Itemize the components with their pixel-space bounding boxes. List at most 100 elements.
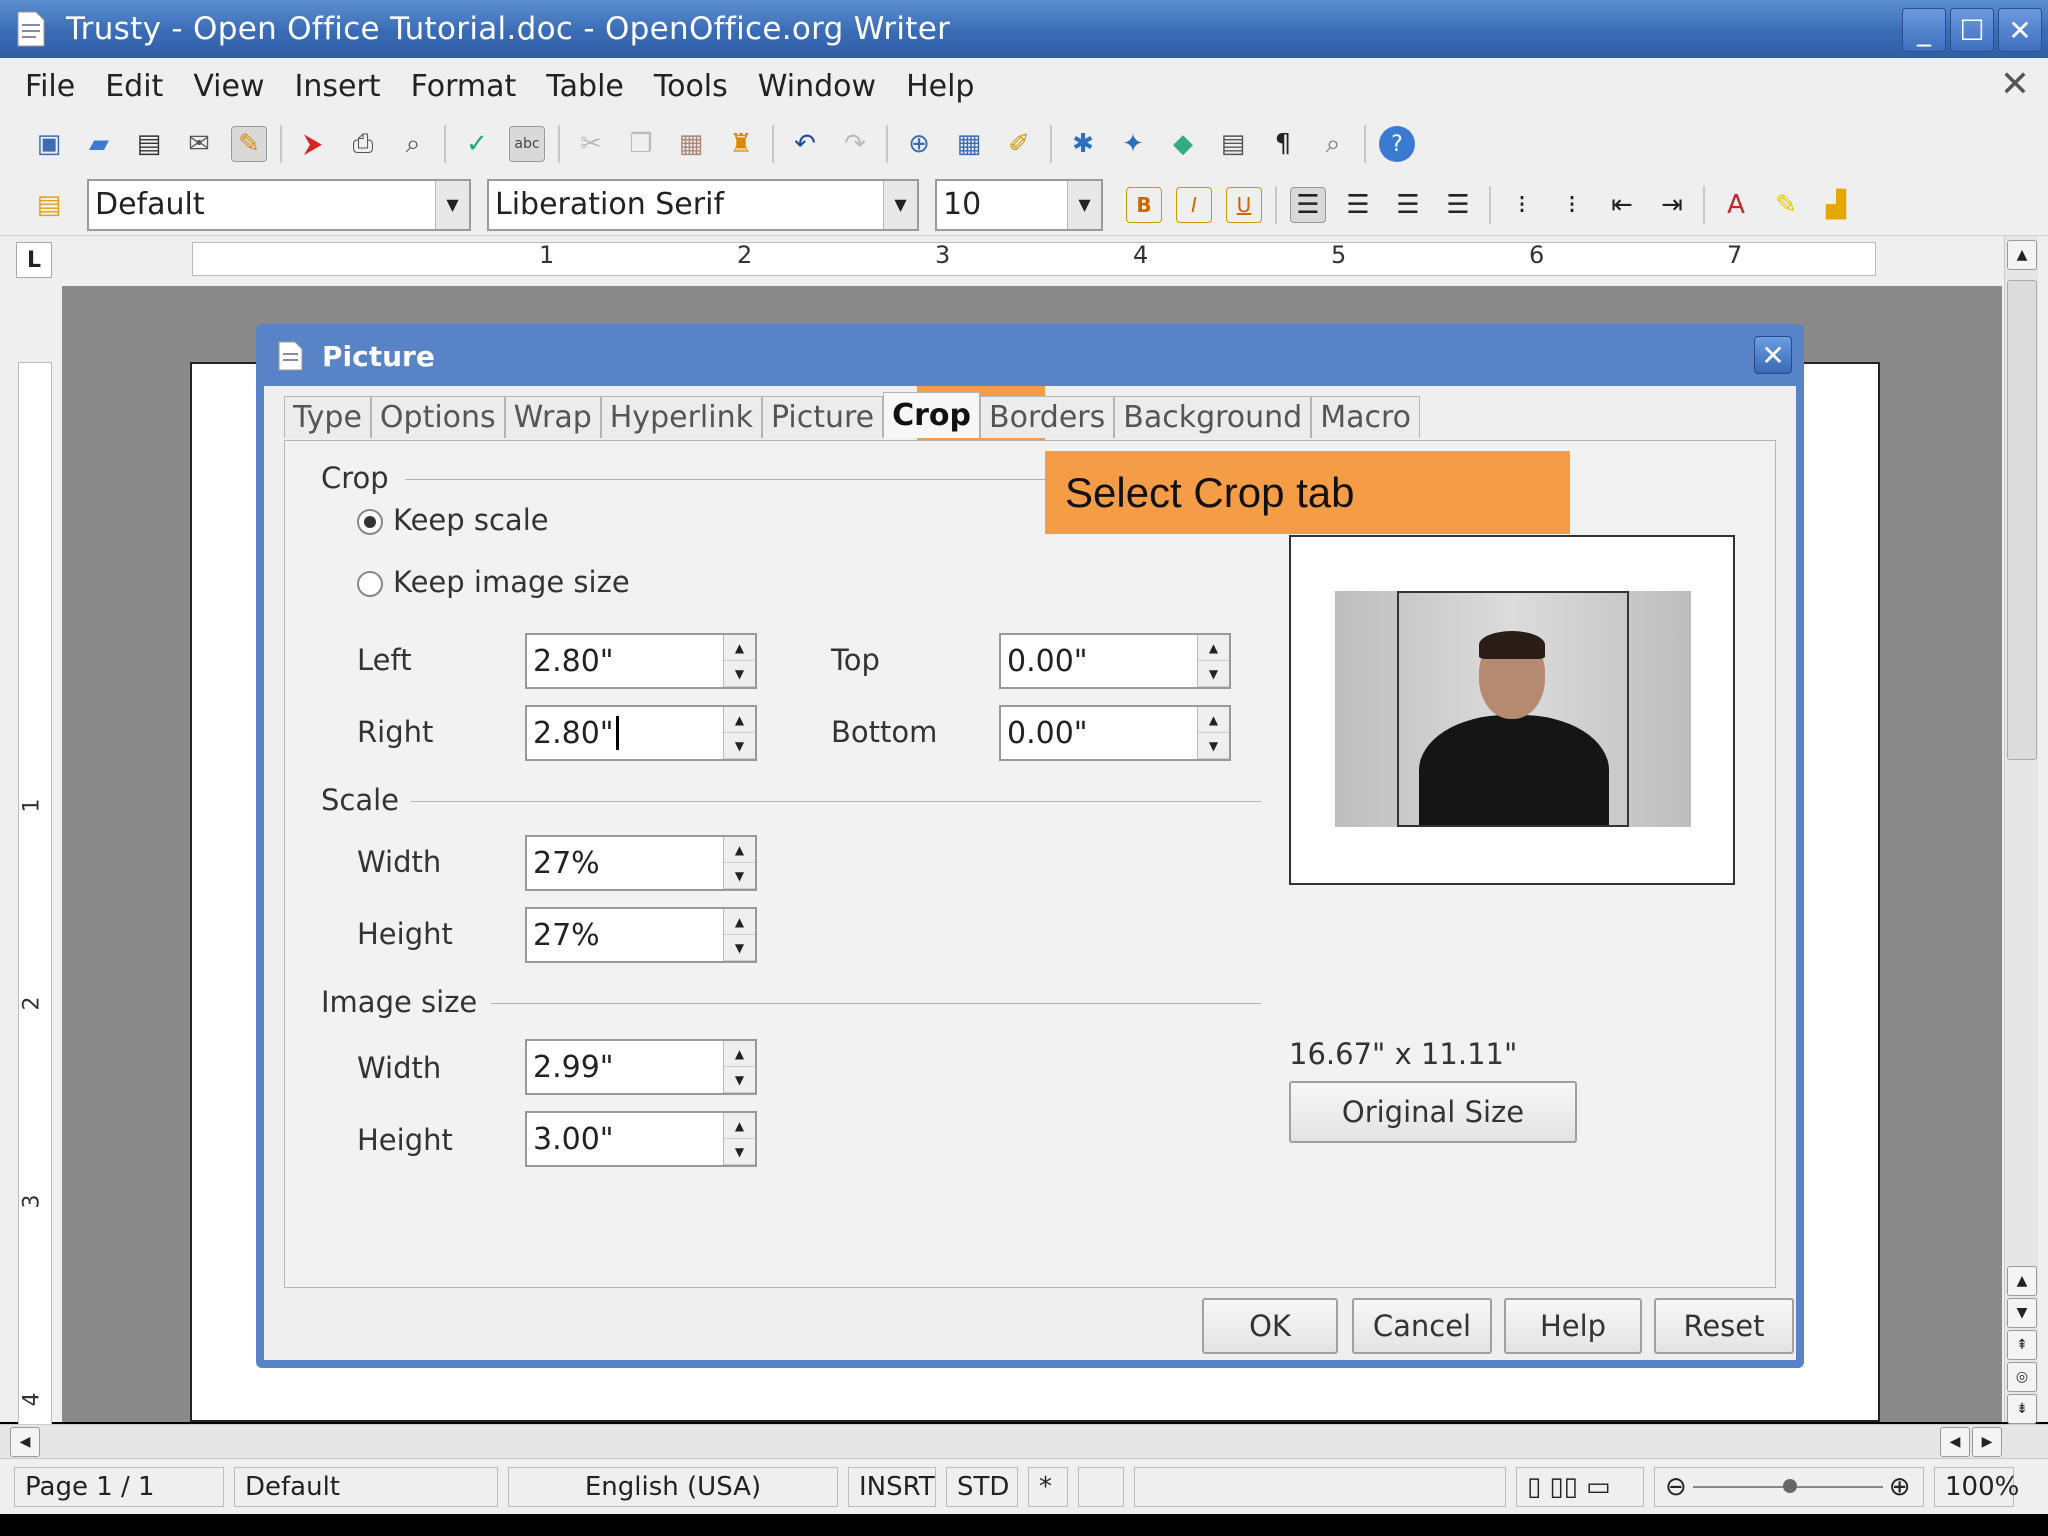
- help-icon[interactable]: ?: [1379, 126, 1415, 162]
- chevron-down-icon[interactable]: ▼: [1067, 180, 1101, 229]
- book-view-icon[interactable]: ▭: [1586, 1472, 1611, 1502]
- close-window-button[interactable]: ✕: [1998, 8, 2042, 52]
- page-indicator[interactable]: Page 1 / 1: [14, 1466, 224, 1507]
- menu-table[interactable]: Table: [531, 69, 639, 104]
- language-indicator[interactable]: English (USA): [508, 1466, 838, 1507]
- undo-icon[interactable]: ↶: [787, 126, 823, 162]
- page-style-indicator[interactable]: Default: [234, 1466, 498, 1507]
- show-draw-functions-icon[interactable]: ✐: [1001, 126, 1037, 162]
- zoom-out-icon[interactable]: ⊖: [1665, 1472, 1687, 1502]
- menu-insert[interactable]: Insert: [280, 69, 396, 104]
- underline-button[interactable]: U: [1226, 186, 1262, 223]
- spin-down-icon[interactable]: ▼: [1198, 733, 1229, 759]
- reset-button[interactable]: Reset: [1654, 1298, 1794, 1354]
- vertical-ruler[interactable]: 1 2 3 4: [18, 362, 52, 1426]
- tab-stop-selector[interactable]: L: [16, 242, 52, 278]
- formatting-marks-icon[interactable]: ¶: [1265, 126, 1301, 162]
- save-icon[interactable]: ▤: [131, 126, 167, 162]
- align-center-icon[interactable]: ☰: [1340, 187, 1376, 223]
- minimize-button[interactable]: _: [1902, 8, 1946, 52]
- spin-up-icon[interactable]: ▲: [724, 1113, 755, 1139]
- image-width-input[interactable]: 2.99" ▲ ▼: [525, 1039, 757, 1095]
- bullets-icon[interactable]: ⁝: [1554, 187, 1590, 223]
- navigator-icon[interactable]: ✦: [1115, 126, 1151, 162]
- spin-down-icon[interactable]: ▼: [724, 661, 755, 687]
- tab-wrap[interactable]: Wrap: [504, 396, 601, 438]
- top-crop-input[interactable]: 0.00" ▲ ▼: [999, 633, 1231, 689]
- menu-file[interactable]: File: [10, 69, 90, 104]
- cut-icon[interactable]: ✂: [573, 126, 609, 162]
- font-name-combo[interactable]: Liberation Serif ▼: [487, 178, 919, 231]
- styles-formatting-icon[interactable]: ▤: [31, 187, 67, 223]
- tab-background[interactable]: Background: [1114, 396, 1312, 438]
- scroll-left-icon[interactable]: ◀: [1940, 1427, 1970, 1457]
- tab-borders[interactable]: Borders: [980, 396, 1115, 438]
- tab-hyperlink[interactable]: Hyperlink: [600, 396, 762, 438]
- menu-help[interactable]: Help: [891, 69, 989, 104]
- spin-down-icon[interactable]: ▼: [724, 733, 755, 759]
- copy-icon[interactable]: ❐: [623, 126, 659, 162]
- zoom-level[interactable]: 100%: [1934, 1466, 2019, 1507]
- keep-scale-label[interactable]: Keep scale: [393, 503, 549, 537]
- menu-window[interactable]: Window: [743, 69, 891, 104]
- menu-format[interactable]: Format: [396, 69, 532, 104]
- spin-up-icon[interactable]: ▲: [724, 837, 755, 863]
- bottom-crop-stepper[interactable]: ▲ ▼: [1197, 707, 1229, 759]
- selection-mode-indicator[interactable]: STD: [946, 1466, 1018, 1507]
- italic-button[interactable]: I: [1176, 186, 1212, 223]
- next-object-icon[interactable]: ⇟: [2007, 1394, 2037, 1424]
- scale-height-stepper[interactable]: ▲ ▼: [723, 909, 755, 961]
- single-page-view-icon[interactable]: ▯: [1527, 1472, 1541, 1502]
- scrollbar-thumb[interactable]: [2007, 280, 2037, 760]
- highlighting-icon[interactable]: ✎: [1768, 187, 1804, 223]
- chevron-down-icon[interactable]: ▼: [435, 180, 469, 229]
- zoom-in-icon[interactable]: ⊕: [1889, 1472, 1911, 1502]
- scale-height-input[interactable]: 27% ▲ ▼: [525, 907, 757, 963]
- scroll-up-icon[interactable]: ▲: [2007, 1266, 2037, 1296]
- spin-up-icon[interactable]: ▲: [724, 909, 755, 935]
- left-crop-input[interactable]: 2.80" ▲ ▼: [525, 633, 757, 689]
- gallery-icon[interactable]: ◆: [1165, 126, 1201, 162]
- tab-picture[interactable]: Picture: [761, 396, 884, 438]
- paste-icon[interactable]: ▦: [673, 126, 709, 162]
- align-left-icon[interactable]: ☰: [1290, 186, 1326, 223]
- menu-tools[interactable]: Tools: [639, 69, 743, 104]
- bold-button[interactable]: B: [1126, 186, 1162, 223]
- tab-type[interactable]: Type: [284, 396, 371, 438]
- help-button[interactable]: Help: [1504, 1298, 1642, 1354]
- edit-file-icon[interactable]: ✎: [231, 126, 267, 162]
- scroll-down-icon[interactable]: ▼: [2007, 1298, 2037, 1328]
- multi-page-view-icon[interactable]: ▯▯: [1549, 1472, 1578, 1502]
- image-height-stepper[interactable]: ▲ ▼: [723, 1113, 755, 1165]
- zoom-thumb[interactable]: [1782, 1478, 1797, 1493]
- data-sources-icon[interactable]: ▤: [1215, 126, 1251, 162]
- right-crop-input[interactable]: 2.80" ▲ ▼: [525, 705, 757, 761]
- right-crop-stepper[interactable]: ▲ ▼: [723, 707, 755, 759]
- spellcheck-icon[interactable]: ✓: [459, 126, 495, 162]
- print-icon[interactable]: ⎙: [345, 126, 381, 162]
- spin-down-icon[interactable]: ▼: [1198, 661, 1229, 687]
- zoom-slider[interactable]: ⊖ ⊕: [1654, 1466, 1924, 1507]
- tab-options[interactable]: Options: [370, 396, 505, 438]
- new-document-icon[interactable]: ▣: [31, 126, 67, 162]
- spin-up-icon[interactable]: ▲: [724, 635, 755, 661]
- menu-view[interactable]: View: [178, 69, 279, 104]
- insert-mode-indicator[interactable]: INSRT: [848, 1466, 936, 1507]
- spin-down-icon[interactable]: ▼: [724, 1139, 755, 1165]
- font-color-icon[interactable]: A: [1718, 187, 1754, 223]
- previous-object-icon[interactable]: ⇞: [2007, 1330, 2037, 1360]
- scale-width-input[interactable]: 27% ▲ ▼: [525, 835, 757, 891]
- table-icon[interactable]: ▦: [951, 126, 987, 162]
- scale-width-stepper[interactable]: ▲ ▼: [723, 837, 755, 889]
- autospellcheck-icon[interactable]: abc: [509, 126, 545, 162]
- maximize-button[interactable]: ☐: [1950, 8, 1994, 52]
- hyperlink-icon[interactable]: ⊕: [901, 126, 937, 162]
- scroll-right-icon[interactable]: ▶: [1972, 1427, 2002, 1457]
- top-crop-stepper[interactable]: ▲ ▼: [1197, 635, 1229, 687]
- scroll-left-icon[interactable]: ◀: [10, 1427, 40, 1457]
- open-folder-icon[interactable]: ▰: [81, 126, 117, 162]
- scroll-up-icon[interactable]: ▲: [2007, 240, 2037, 270]
- export-pdf-icon[interactable]: ⮞: [295, 126, 331, 162]
- image-height-input[interactable]: 3.00" ▲ ▼: [525, 1111, 757, 1167]
- spin-down-icon[interactable]: ▼: [724, 863, 755, 889]
